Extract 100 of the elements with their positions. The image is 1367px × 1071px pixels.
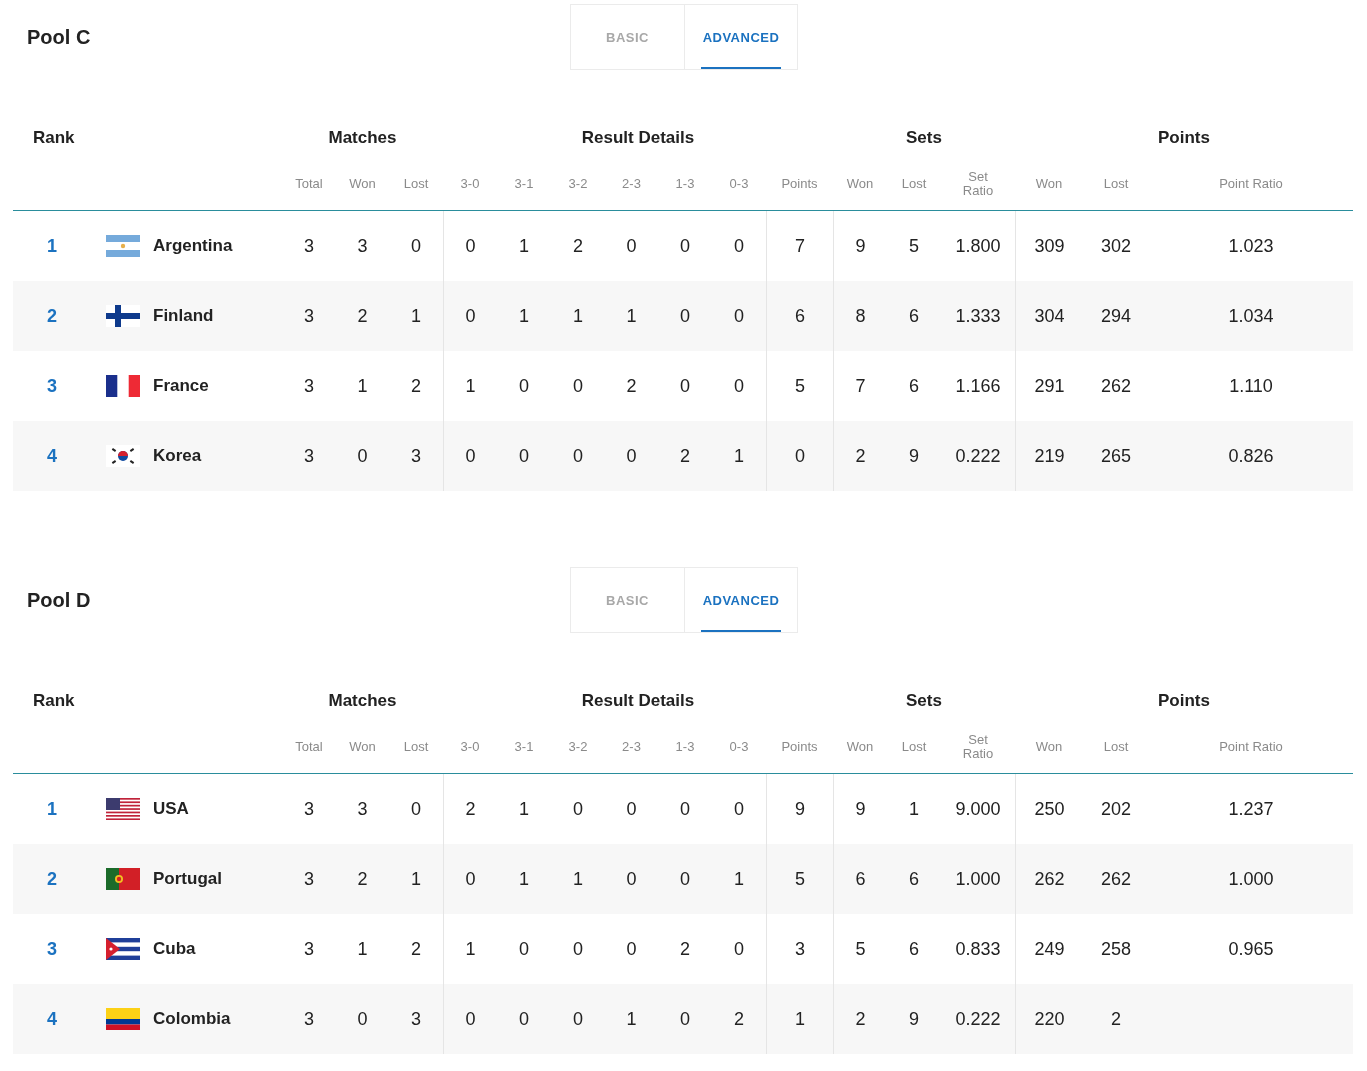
table-cell-text: 1 [518, 867, 530, 891]
table-cell-text: 1 [356, 374, 369, 398]
rank-cell-text: 3 [46, 374, 58, 398]
table-cell-text: 6 [908, 867, 920, 891]
table-cell-text: 0 [572, 1007, 584, 1031]
table-cell-text: 3 [410, 1007, 422, 1031]
table-cell-text: 258 [1099, 937, 1132, 961]
table-cell: 1 [766, 984, 833, 1054]
column-header: Won [1035, 176, 1063, 191]
column-header: Lost [1103, 739, 1129, 754]
table-cell-text: 0 [679, 304, 691, 328]
table-cell-text: 0 [356, 1007, 369, 1031]
column-header: Set Ratio [961, 732, 995, 761]
column-group-header: Matches [327, 128, 398, 148]
table-cell-text: 0 [518, 937, 530, 961]
team-name: Portugal [153, 868, 223, 890]
table-cell: 0 [443, 421, 497, 491]
table-cell-text: 2 [625, 374, 638, 398]
pool-title: Pool D [26, 588, 92, 612]
column-header: Won [349, 176, 376, 191]
column-header: Won [846, 176, 874, 191]
table-cell-text: 3 [356, 234, 369, 258]
column-header: Point Ratio [1219, 176, 1283, 191]
table-cell-text: 1 [733, 444, 745, 468]
table-cell-text: 1 [572, 304, 584, 328]
column-header: 0-3 [729, 176, 749, 191]
team-name: Finland [153, 305, 215, 327]
rank-cell-text: 3 [46, 937, 58, 961]
column-header: Points [781, 176, 818, 191]
table-cell-text: 1 [625, 304, 638, 328]
column-header: 3-0 [460, 176, 480, 191]
table-cell-text: 3 [303, 444, 315, 468]
table-cell: 2 [833, 984, 887, 1054]
column-header: Set Ratio [961, 169, 995, 198]
table-cell-text: 1 [410, 304, 422, 328]
column-header: Won [846, 739, 874, 754]
table-cell-text: 3 [303, 867, 315, 891]
column-group-header: Result Details [580, 128, 696, 148]
table-cell-text: 1 [356, 937, 369, 961]
rank-cell-text: 1 [46, 797, 58, 821]
column-group-header: Matches [327, 691, 398, 711]
rank-cell-text: 2 [46, 867, 58, 891]
table-cell-text: 202 [1099, 797, 1132, 821]
table-cell-text: 0 [572, 797, 584, 821]
table-cell-text: 6 [908, 937, 920, 961]
table-cell-text: 3 [303, 234, 315, 258]
table-cell-text: 1 [733, 867, 745, 891]
table-cell-text: 0 [356, 444, 369, 468]
column-header: 3-1 [514, 176, 534, 191]
column-header: Total [295, 176, 323, 191]
column-header: Total [295, 739, 323, 754]
table-cell-text: 2 [1110, 1007, 1122, 1031]
table-cell-text: 0 [679, 797, 691, 821]
table-cell-text: 6 [908, 374, 920, 398]
table-cell: 0 [443, 984, 497, 1054]
table-cell-text: 0.222 [954, 444, 1002, 468]
flag-icon [106, 445, 140, 467]
table-cell-text: 1 [518, 234, 530, 258]
table-cell-text: 265 [1099, 444, 1132, 468]
flag-icon [106, 868, 140, 890]
rank-cell-text: 4 [46, 1007, 58, 1031]
column-header: Points [781, 739, 818, 754]
column-group-header: Result Details [580, 691, 696, 711]
table-cell-text: 2 [733, 1007, 745, 1031]
table-cell-text: 2 [679, 444, 691, 468]
column-group-header: Sets [905, 128, 943, 148]
team-name: Korea [153, 445, 203, 467]
table-cell-text: 3 [410, 444, 422, 468]
column-header: Lost [403, 739, 429, 754]
team-name: Argentina [153, 235, 234, 257]
column-header: 3-1 [514, 739, 534, 754]
table-cell: 0 [766, 421, 833, 491]
table-cell-text: 0 [625, 797, 638, 821]
table-cell-text: 0 [625, 937, 638, 961]
table-cell-text: 0 [733, 797, 745, 821]
table-cell-text: 2 [356, 867, 369, 891]
table-cell-text: 0.965 [1227, 937, 1275, 961]
table-cell: 220 [1015, 984, 1083, 1054]
table-cell-text: 6 [908, 304, 920, 328]
table-cell-text: 262 [1099, 374, 1132, 398]
table-cell-text: 1.000 [954, 867, 1002, 891]
table-cell-text: 3 [303, 374, 315, 398]
table-cell-text: 0 [572, 937, 584, 961]
table-cell-text: 1.034 [1227, 304, 1275, 328]
column-header: 2-3 [622, 739, 641, 754]
column-header: Point Ratio [1219, 739, 1283, 754]
table-cell-text: 302 [1099, 234, 1132, 258]
table-cell-text: 0 [679, 1007, 691, 1031]
table-cell-text: 1 [518, 304, 530, 328]
column-header: 1-3 [675, 739, 695, 754]
column-header: 2-3 [622, 176, 641, 191]
table-cell-text: 0 [679, 867, 691, 891]
pool-title: Pool C [26, 25, 92, 49]
column-header: Lost [901, 739, 927, 754]
table-cell-text: 2 [356, 304, 369, 328]
rank-cell-text: 2 [46, 304, 58, 328]
table-cell-text: 0 [625, 444, 638, 468]
table-cell-text: 1.333 [954, 304, 1002, 328]
table-cell-text: 9 [908, 444, 920, 468]
column-header: 3-2 [568, 739, 588, 754]
